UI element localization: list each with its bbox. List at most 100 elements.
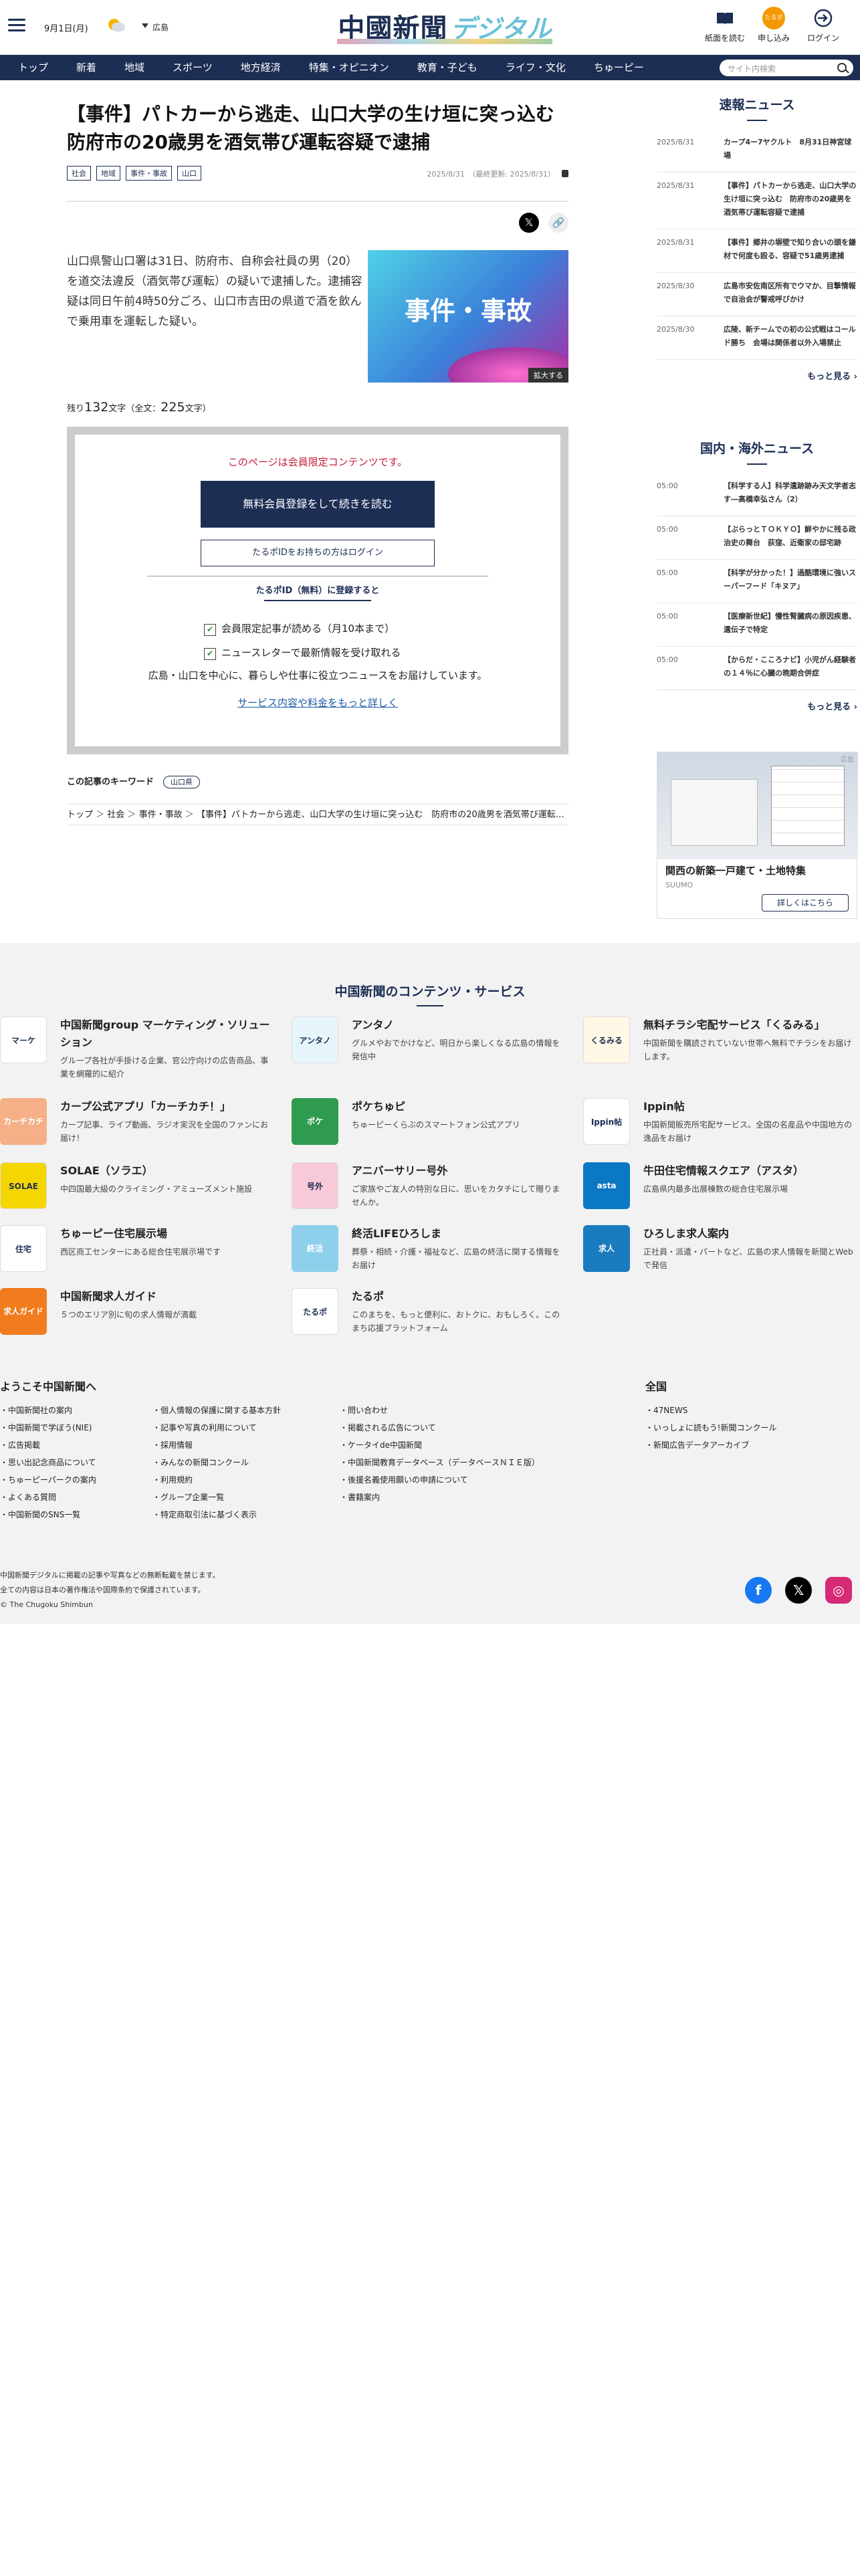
service-item[interactable]: アンタノ アンタノ グルメやおでかけなど、明日から楽しくなる広島の情報を発信中 [292,1016,560,1070]
footer-link[interactable]: グループ企業一覧 [152,1489,281,1506]
service-detail-link[interactable]: サービス内容や料金をもっと詳しく [237,695,398,710]
footer-link[interactable]: みんなの新聞コンクール [152,1454,281,1471]
service-item[interactable]: Ippin帖 Ippin帖 中国新聞販売所宅配サービス。全国の名産品や中国地方の逸品… [583,1098,852,1152]
list-item[interactable]: 05:00 【科学する人】科学遺跡跡み天文学者志す―高橋幸弘さん（2） [657,473,857,516]
x-icon[interactable]: 𝕏 [785,1577,812,1604]
register-button[interactable]: 無料会員登録をして続きを読む [201,481,435,528]
paywall-login-button[interactable]: たるポIDをお持ちの方はログイン [201,540,435,566]
list-item[interactable]: 05:00 【医療新世紀】慢性腎臓病の原因疾患、遺伝子で特定 [657,603,857,647]
search-input[interactable]: サイト内検索 [720,60,853,76]
list-item[interactable]: 2025/8/30 広陵、新チームでの初の公式戦はコールド勝ち 会場は関係者以外入… [657,316,857,360]
footer-link[interactable]: 問い合わせ [340,1402,540,1419]
paper-button[interactable]: 紙面を読む [702,7,748,43]
nav-item-chupi[interactable]: ちゅーピー [580,55,658,80]
item-title: 【からだ・こころナビ】小児がん経験者の１４％に心臓の晩期合併症 [724,655,856,677]
footer-link[interactable]: 思い出記念商品について [0,1454,96,1471]
service-logo-icon: 号外 [292,1162,338,1209]
list-item[interactable]: 2025/8/31 【事件】郷井の塀壁で知り合いの頭を鎌材で何度も殴る、容疑で51… [657,229,857,273]
nav-item-life[interactable]: ライフ・文化 [492,55,580,80]
service-item[interactable]: SOLAE SOLAE（ソラエ） 中四国最大級のクライミング・アミューズメント施設 [0,1162,267,1216]
service-item[interactable]: asta 牛田住宅情報スクエア（アスタ） 広島県内最多出展棟数の総合住宅展示場 [583,1162,851,1216]
x-share-icon[interactable]: 𝕏 [519,213,539,233]
service-item[interactable]: くるみる 無料チラシ宅配サービス「くるみる」 中国新聞を購読されていない世帯へ無料で… [583,1016,851,1070]
item-title: 【事件】パトカーから逃走、山口大学の生け垣に突っ込む 防府市の20歳男を酒気帯び… [724,181,857,217]
nav-item-new[interactable]: 新着 [62,55,110,80]
footer-link[interactable]: 広告掲載 [0,1436,96,1454]
instagram-icon[interactable]: ◎ [825,1577,852,1604]
footer-link[interactable]: ちゅーピーパークの案内 [0,1471,96,1489]
footer-link[interactable]: 中国新聞のSNS一覧 [0,1506,96,1523]
list-item[interactable]: 2025/8/30 広島市安佐南区所有でウマか、目撃情報で自治会が警戒呼びかけ [657,273,857,316]
footer-link[interactable]: 掲載される広告について [340,1419,540,1436]
footer-link[interactable]: 後援名義使用願いの申請について [340,1471,540,1489]
nav-item-feature[interactable]: 特集・オピニオン [295,55,403,80]
service-item[interactable]: マーケ 中国新聞group マーケティング・ソリューション グループ各社が手掛ける企… [0,1016,270,1079]
tag-yamaguchi[interactable]: 山口 [177,166,201,181]
footer-link[interactable]: 個人情報の保護に関する基本方針 [152,1402,281,1419]
nav-item-education[interactable]: 教育・子ども [403,55,492,80]
nav-item-sports[interactable]: スポーツ [158,55,227,80]
footer-link[interactable]: ケータイde中国新聞 [340,1436,540,1454]
service-item[interactable]: 号外 アニバーサリー号外 ご家族やご友人の特別な日に、思いをカタチにして贈りませんか… [292,1162,560,1216]
footer-link[interactable]: 記事や写真の利用について [152,1419,281,1436]
service-name: ポケちゅピ [352,1100,406,1113]
footer-link[interactable]: 47NEWS [645,1402,776,1419]
service-item[interactable]: たるポ たるポ このまちを、もっと便利に、おトクに、おもしろく。このまち応援プラット… [292,1288,560,1341]
breadcrumb-incident[interactable]: 事件・事故 [124,810,182,820]
nav-item-top[interactable]: トップ [4,55,62,80]
list-item[interactable]: 05:00 【からだ・こころナビ】小児がん経験者の１４％に心臓の晩期合併症 [657,647,857,690]
nav-item-local[interactable]: 地域 [110,55,158,80]
footer-link[interactable]: 中国新聞教育データベース（データベースＮＩＥ版） [340,1454,540,1471]
item-date: 2025/8/31 [657,238,695,247]
footer-link[interactable]: 書籍案内 [340,1489,540,1506]
tag-incident[interactable]: 事件・事故 [126,166,172,181]
world-more-link[interactable]: もっと見る [657,700,857,712]
footer-link[interactable]: 利用規約 [152,1471,281,1489]
region-selector[interactable]: 広島 [142,21,169,33]
facebook-icon[interactable]: f [745,1577,772,1604]
breadcrumb-society[interactable]: 社会 [93,810,124,820]
list-item[interactable]: 05:00 【科学が分かった！】過酷環境に強いスーパーフード「キヌア」 [657,560,857,603]
service-item[interactable]: ポケ ポケちゅピ ちゅーピーくらぶのスマートフォン公式アプリ [292,1098,559,1152]
footer-link[interactable]: 中国新聞社の案内 [0,1402,96,1419]
house-image [671,779,758,846]
list-item[interactable]: 05:00 【ぶらっとＴＯＫＹＯ】鮮やかに残る政治史の舞台 荻窪、近衛家の邸宅跡 [657,516,857,560]
menu-icon[interactable] [8,19,25,32]
signup-button[interactable]: たるポ 申し込み [750,7,797,43]
item-date: 2025/8/30 [657,325,695,334]
service-item[interactable]: 求人 ひろしま求人案内 正社員・派遣・パートなど、広島の求人情報を新聞とWebで発信 [583,1225,853,1279]
ad-image [657,752,858,859]
service-item[interactable]: カーチカチ カープ公式アプリ「カーチカチ！」 カープ記事、ライブ動画、ラジオ実況を全… [0,1098,268,1152]
nav-item-economy[interactable]: 地方経済 [227,55,295,80]
ad-banner[interactable]: 広告 関西の新築一戸建て・土地特集 SUUMO 詳しくはこちら [657,752,858,919]
footer-link[interactable]: 特定商取引法に基づく表示 [152,1506,281,1523]
footer-link[interactable]: いっしょに読もう!新聞コンクール [645,1419,776,1436]
keyword-tag[interactable]: 山口県 [163,776,201,788]
footer-link[interactable]: 新聞広告データアーカイブ [645,1436,776,1454]
login-button[interactable]: ログイン [800,7,847,43]
remaining-chars: 残り132文字（全文：225文字） [67,400,211,415]
footer-link[interactable]: 中国新聞で学ぼう(NIE) [0,1419,96,1436]
service-item[interactable]: 住宅 ちゅーピー住宅展示場 西区商工センターにある総合住宅展示場です [0,1225,267,1279]
site-logo[interactable]: 中國新聞 デジタル [334,7,555,44]
tag-local[interactable]: 地域 [96,166,120,181]
breadcrumb-top[interactable]: トップ [67,810,93,820]
list-item[interactable]: 2025/8/31 【事件】パトカーから逃走、山口大学の生け垣に突っ込む 防府市の… [657,173,857,229]
service-description: 広島県内最多出展棟数の総合住宅展示場 [643,1184,788,1194]
service-item[interactable]: 求人ガイド 中国新聞求人ガイド ５つのエリア別に旬の求人情報が満載 [0,1288,267,1341]
list-item[interactable]: 2025/8/31 カープ4ー7ヤクルト 8月31日神宮球場 [657,129,857,173]
tag-society[interactable]: 社会 [67,166,91,181]
footer-link[interactable]: よくある質問 [0,1489,96,1506]
search-icon[interactable] [837,63,847,72]
service-name: アンタノ [352,1018,394,1031]
service-item[interactable]: 終活 終活LIFEひろしま 葬祭・相続・介護・福祉など、広島の終活に関する情報をお届… [292,1225,560,1279]
footer-link[interactable]: 採用情報 [152,1436,281,1454]
remaining-prefix: 残り [67,404,85,414]
ad-detail-button[interactable]: 詳しくはこちら [762,894,849,911]
article-photo[interactable]: 事件・事故 拡大する [368,250,568,383]
services-title: 中国新聞のコンテンツ・サービス [0,982,860,1006]
service-name: アニバーサリー号外 [352,1164,448,1177]
link-copy-icon[interactable]: 🔗 [548,213,568,233]
zoom-button[interactable]: 拡大する [528,368,568,383]
breaking-more-link[interactable]: もっと見る [657,369,857,382]
